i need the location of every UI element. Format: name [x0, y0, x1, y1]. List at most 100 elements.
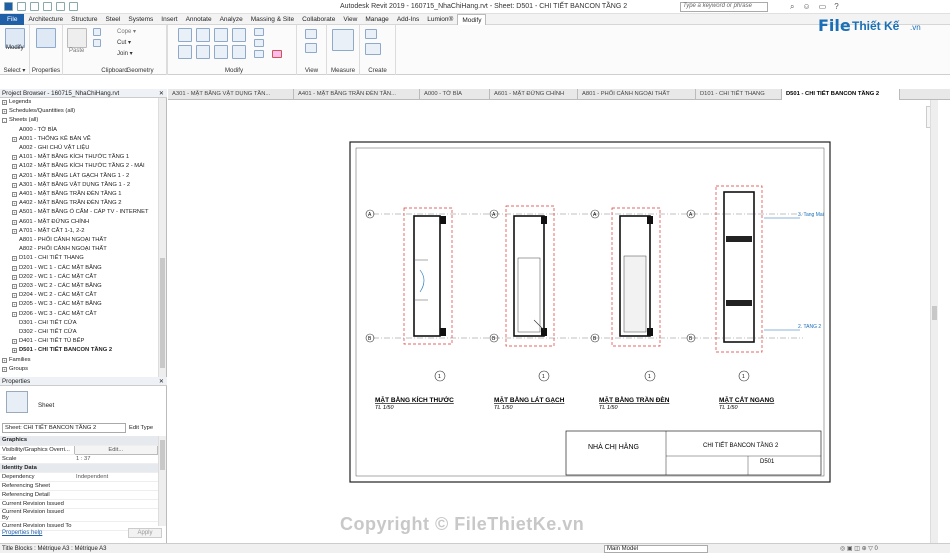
canvas-scroll-thumb[interactable]: [932, 306, 937, 320]
property-row[interactable]: Scale 1 : 37: [0, 454, 158, 464]
hide-icon[interactable]: [305, 29, 317, 39]
menu-addins[interactable]: Add-Ins: [393, 14, 423, 25]
expand-toggle-icon[interactable]: +: [12, 339, 17, 345]
browser-item[interactable]: + A001 - THỐNG KÊ BẢN VẼ: [0, 135, 158, 144]
browser-item[interactable]: + D203 - WC 2 - CÁC MẶT BẰNG: [0, 282, 158, 291]
menu-analyze[interactable]: Analyze: [216, 14, 247, 25]
property-row[interactable]: Identity Data: [0, 463, 158, 473]
expand-toggle-icon[interactable]: +: [2, 109, 7, 115]
expand-toggle-icon[interactable]: +: [12, 173, 17, 179]
menu-annotate[interactable]: Annotate: [182, 14, 216, 25]
browser-scrollbar[interactable]: [158, 98, 166, 377]
menu-modify[interactable]: Modify: [457, 13, 487, 25]
property-row[interactable]: Current Revision Issued: [0, 499, 158, 509]
expand-toggle-icon[interactable]: +: [12, 210, 17, 216]
menu-structure[interactable]: Structure: [67, 14, 101, 25]
menu-steel[interactable]: Steel: [102, 14, 125, 25]
browser-item[interactable]: + D205 - WC 3 - CÁC MẶT BẰNG: [0, 300, 158, 309]
browser-item[interactable]: A802 - PHỐI CẢNH NGOẠI THẤT: [0, 245, 158, 254]
expand-toggle-icon[interactable]: +: [12, 256, 17, 262]
create-assembly-icon[interactable]: [365, 29, 377, 39]
property-value[interactable]: [74, 481, 158, 491]
property-value[interactable]: 1 : 37: [74, 454, 158, 464]
help-icon[interactable]: ?: [834, 2, 838, 12]
property-row[interactable]: Referencing Sheet: [0, 481, 158, 491]
menu-lumion[interactable]: Lumion®: [423, 14, 457, 25]
browser-item[interactable]: + D202 - WC 1 - CÁC MẶT CẮT: [0, 273, 158, 282]
expand-toggle-icon[interactable]: +: [12, 155, 17, 161]
project-browser-tree[interactable]: + Legends + Schedules/Quantities (all) - Shee…: [0, 98, 158, 374]
undo-icon[interactable]: [43, 2, 52, 11]
delete-icon[interactable]: [272, 50, 282, 58]
close-icon[interactable]: ✕: [159, 89, 164, 98]
property-value[interactable]: [74, 499, 158, 509]
browser-item[interactable]: D301 - CHI TIẾT CỬA: [0, 319, 158, 328]
select-group-label[interactable]: Select ▾: [0, 67, 29, 74]
pin-icon[interactable]: [254, 28, 264, 36]
expand-toggle-icon[interactable]: +: [2, 100, 7, 105]
tab-a000[interactable]: A000 - TỜ BÌA: [420, 89, 490, 100]
menu-collaborate[interactable]: Collaborate: [298, 14, 339, 25]
browser-item[interactable]: + A201 - MẶT BẰNG LÁT GẠCH TẦNG 1 - 2: [0, 172, 158, 181]
tab-d501[interactable]: D501 - CHI TIẾT BANCON TẦNG 2: [782, 89, 900, 100]
edit-type-button[interactable]: Edit Type: [129, 423, 153, 433]
expand-toggle-icon[interactable]: +: [12, 348, 17, 354]
expand-toggle-icon[interactable]: +: [2, 366, 7, 372]
browser-item[interactable]: + A102 - MẶT BẰNG KÍCH THƯỚC TẦNG 2 - MÁI: [0, 162, 158, 171]
browser-item[interactable]: - Sheets (all): [0, 116, 158, 125]
expand-toggle-icon[interactable]: +: [12, 192, 17, 198]
expand-toggle-icon[interactable]: +: [12, 182, 17, 188]
align-icon[interactable]: [178, 28, 192, 42]
menu-view[interactable]: View: [339, 14, 361, 25]
menu-manage[interactable]: Manage: [361, 14, 393, 25]
browser-item[interactable]: A002 - GHI CHÚ VẬT LIỆU: [0, 144, 158, 153]
mirror-draw-icon[interactable]: [232, 28, 246, 42]
browser-item[interactable]: A801 - PHỐI CẢNH NGOẠI THẤT: [0, 236, 158, 245]
property-row[interactable]: Dependency Independent: [0, 472, 158, 482]
array-icon[interactable]: [254, 39, 264, 47]
measure-icon[interactable]: [332, 29, 354, 51]
properties-help-link[interactable]: Properties help: [2, 530, 42, 536]
expand-toggle-icon[interactable]: +: [12, 284, 17, 290]
tab-a601[interactable]: A601 - MẶT ĐỨNG CHÍNH: [490, 89, 578, 100]
properties-scroll-thumb[interactable]: [160, 440, 165, 470]
browser-item[interactable]: + A401 - MẶT BẰNG TRẦN ĐÈN TẦNG 1: [0, 190, 158, 199]
property-value[interactable]: [74, 490, 158, 500]
browser-item[interactable]: + A701 - MẶT CẮT 1-1, 2-2: [0, 227, 158, 236]
browser-item[interactable]: + D401 - CHI TIẾT TỦ BẾP: [0, 337, 158, 346]
expand-toggle-icon[interactable]: +: [12, 274, 17, 280]
mirror-axis-icon[interactable]: [214, 28, 228, 42]
browser-item[interactable]: + A101 - MẶT BẰNG KÍCH THƯỚC TẦNG 1: [0, 153, 158, 162]
browser-item[interactable]: + A301 - MẶT BẰNG VẬT DỤNG TẦNG 1 - 2: [0, 181, 158, 190]
expand-toggle-icon[interactable]: +: [12, 311, 17, 317]
property-value[interactable]: [74, 508, 158, 522]
browser-item[interactable]: D302 - CHI TIẾT CỬA: [0, 328, 158, 337]
search-icon[interactable]: ⌕: [790, 2, 794, 12]
property-row[interactable]: Current Revision Issued By: [0, 508, 158, 522]
expand-toggle-icon[interactable]: -: [2, 118, 7, 124]
revit-logo-icon[interactable]: [4, 2, 13, 11]
print-icon[interactable]: [69, 2, 78, 11]
user-icon[interactable]: ☺: [802, 2, 810, 12]
expand-toggle-icon[interactable]: +: [12, 201, 17, 207]
split-icon[interactable]: [232, 45, 246, 59]
apply-button[interactable]: Apply: [128, 528, 162, 538]
save-icon[interactable]: [30, 2, 39, 11]
properties-icon[interactable]: [36, 28, 56, 48]
trim-icon[interactable]: [214, 45, 228, 59]
tab-a301[interactable]: A301 - MẶT BẰNG VẬT DỤNG TẦN...: [168, 89, 294, 100]
expand-toggle-icon[interactable]: +: [12, 302, 17, 308]
expand-toggle-icon[interactable]: +: [12, 164, 17, 170]
browser-item[interactable]: + D206 - WC 3 - CÁC MẶT CẮT: [0, 310, 158, 319]
workset-selector[interactable]: Main Model: [604, 545, 708, 553]
browser-item[interactable]: + D501 - CHI TIẾT BANCON TẦNG 2: [0, 346, 158, 355]
tab-d101[interactable]: D101 - CHI TIẾT THANG: [696, 89, 782, 100]
browser-item[interactable]: + A402 - MẶT BẰNG TRẦN ĐÈN TẦNG 2: [0, 199, 158, 208]
browser-item[interactable]: A000 - TỜ BÌA: [0, 126, 158, 135]
expand-toggle-icon[interactable]: +: [12, 219, 17, 225]
canvas-vertical-scrollbar[interactable]: [930, 100, 938, 543]
browser-item[interactable]: + A601 - MẶT ĐỨNG CHÍNH: [0, 218, 158, 227]
expand-toggle-icon[interactable]: +: [12, 228, 17, 234]
browser-item[interactable]: + Schedules/Quantities (all): [0, 107, 158, 116]
tab-a801[interactable]: A801 - PHỐI CẢNH NGOẠI THẤT: [578, 89, 696, 100]
